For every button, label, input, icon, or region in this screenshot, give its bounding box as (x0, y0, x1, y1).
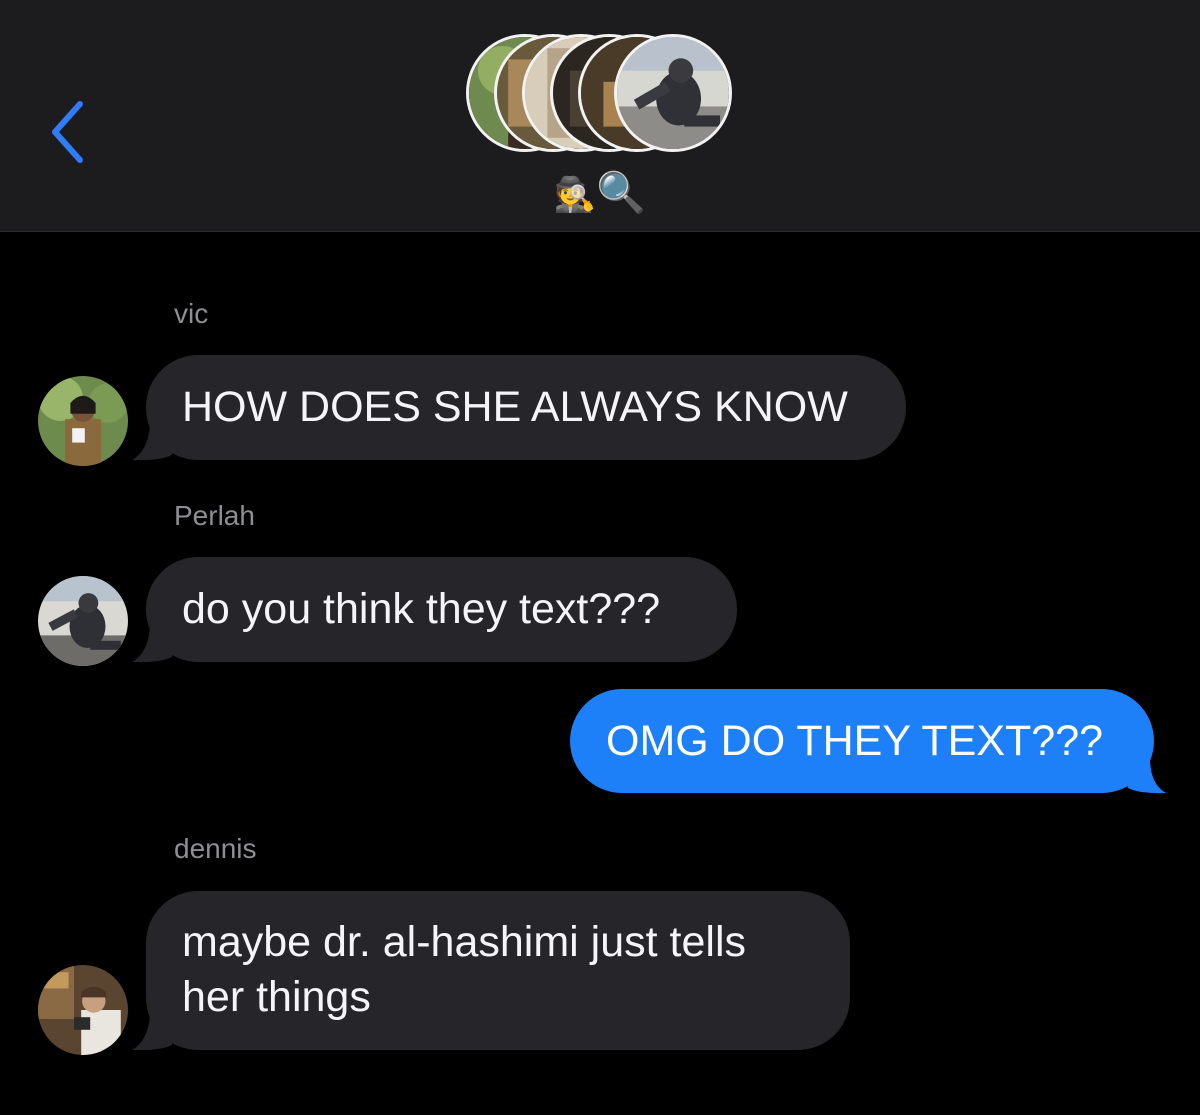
bubble-tail (1128, 758, 1166, 794)
message-bubble[interactable]: HOW DOES SHE ALWAYS KNOW (146, 355, 906, 460)
message-text: HOW DOES SHE ALWAYS KNOW (182, 383, 848, 431)
back-button[interactable] (40, 92, 100, 172)
message-text: maybe dr. al-hashimi just tells her thin… (182, 915, 746, 1025)
group-name[interactable]: 🕵🔍 (552, 168, 648, 218)
vic-avatar[interactable] (38, 376, 128, 466)
sender-name: dennis (174, 833, 257, 864)
message-text: do you think they text??? (182, 585, 661, 633)
conversation-header: 🕵🔍 (0, 0, 1200, 232)
sender-name: Perlah (174, 500, 255, 531)
sender-name: vic (174, 298, 209, 329)
group-avatar-stack[interactable] (466, 34, 736, 158)
message-text: OMG DO THEY TEXT??? (606, 716, 1104, 765)
message-bubble[interactable]: do you think they text??? (146, 557, 737, 662)
message-text-line: maybe dr. al-hashimi just tells (182, 918, 746, 966)
dennis-avatar[interactable] (38, 965, 128, 1055)
conversation-screen: 🕵🔍 vic HOW DOES SHE ALWAYS KNOW Perlah d… (0, 0, 1200, 1115)
chevron-left-icon (52, 101, 83, 163)
message-bubble[interactable]: maybe dr. al-hashimi just tells her thin… (146, 891, 850, 1050)
detective-icon: 🕵 (553, 175, 597, 215)
bubble-tail (132, 425, 172, 461)
message-bubble[interactable]: OMG DO THEY TEXT??? (570, 689, 1154, 793)
message-text-line: her things (182, 973, 371, 1021)
bubble-tail (132, 627, 172, 663)
bubble-tail (132, 1015, 172, 1051)
magnifying-glass-icon: 🔍 (596, 170, 647, 216)
perlah-avatar[interactable] (38, 576, 128, 666)
group-member-avatar (614, 34, 732, 152)
